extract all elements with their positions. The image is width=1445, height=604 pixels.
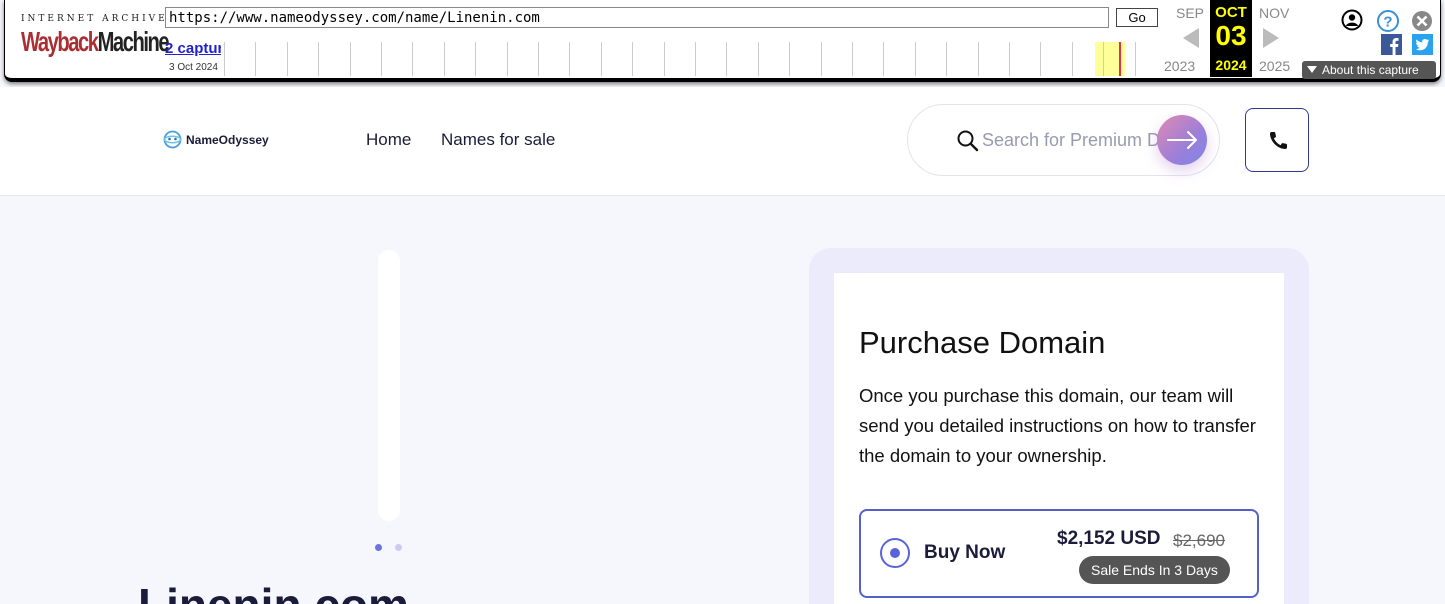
about-capture-button[interactable]: About this capture xyxy=(1302,61,1436,79)
twitter-icon[interactable] xyxy=(1412,34,1433,55)
nav-home[interactable]: Home xyxy=(366,130,411,150)
search-icon xyxy=(957,130,979,152)
sparkline-tick xyxy=(538,42,539,76)
sparkline-tick xyxy=(1040,42,1042,76)
sparkline-tick xyxy=(475,42,477,76)
phone-icon xyxy=(1270,132,1287,149)
sparkline-current-marker xyxy=(1119,42,1121,76)
sparkline-tick xyxy=(381,42,382,76)
nameodyssey-logo-icon xyxy=(163,130,182,149)
sparkline-tick xyxy=(852,42,853,76)
sparkline-tick xyxy=(883,42,885,76)
sparkline-tick xyxy=(977,42,979,76)
help-icon[interactable]: ? xyxy=(1376,9,1400,33)
wayback-current-month: OCT xyxy=(1215,4,1247,21)
brand-name: NameOdyssey xyxy=(186,132,269,147)
sparkline-tick xyxy=(318,42,320,76)
purchase-card: Purchase Domain Once you purchase this d… xyxy=(834,273,1284,604)
wayback-sparkline[interactable] xyxy=(221,42,1159,76)
svg-text:?: ? xyxy=(1383,14,1392,31)
slider-dot[interactable] xyxy=(395,544,402,551)
wayback-logo-top: INTERNET ARCHIVE xyxy=(21,14,168,24)
wayback-current-date: OCT 03 2024 xyxy=(1210,0,1252,77)
triangle-down-icon xyxy=(1307,66,1317,73)
close-icon[interactable] xyxy=(1411,10,1433,32)
wayback-capture-date: 3 Oct 2024 xyxy=(169,62,218,73)
sparkline-tick xyxy=(663,42,665,76)
user-account-icon[interactable] xyxy=(1341,9,1363,31)
site-logo[interactable]: NameOdyssey xyxy=(163,130,269,149)
sparkline-tick xyxy=(789,42,791,76)
purchase-description: Once you purchase this domain, our team … xyxy=(859,385,1256,466)
site-header: NameOdyssey Home Names for sale xyxy=(0,87,1445,196)
wayback-toolbar: INTERNET ARCHIVE WaybackMachine Go 2 cap… xyxy=(4,0,1441,82)
radio-selected-dot xyxy=(890,548,900,558)
sparkline-tick xyxy=(1009,42,1010,76)
domain-search xyxy=(907,104,1220,176)
buy-now-price: $2,152 USD xyxy=(1057,528,1161,549)
wayback-prev-arrow-icon[interactable] xyxy=(1183,28,1199,48)
search-input[interactable] xyxy=(982,125,1158,155)
sparkline-tick xyxy=(224,42,225,76)
buy-now-radio[interactable] xyxy=(880,538,910,568)
sparkline-tick xyxy=(1134,42,1136,76)
purchase-title: Purchase Domain xyxy=(859,325,1106,360)
wayback-current-year: 2024 xyxy=(1215,57,1247,73)
sparkline-tick xyxy=(443,42,445,76)
buy-now-option[interactable]: Buy Now $2,152 USD $2,690 Sale Ends In 3… xyxy=(859,509,1259,598)
nav-names-for-sale[interactable]: Names for sale xyxy=(441,130,555,150)
about-capture-label: About this capture xyxy=(1322,63,1419,77)
sparkline-tick xyxy=(757,42,759,76)
sale-badge: Sale Ends In 3 Days xyxy=(1079,556,1230,584)
wayback-prev-year[interactable]: 2023 xyxy=(1164,58,1195,74)
wayback-captures-link[interactable]: 2 captures xyxy=(165,40,221,57)
wayback-go-button[interactable]: Go xyxy=(1116,8,1158,27)
search-submit-button[interactable] xyxy=(1157,115,1207,165)
wayback-logo[interactable]: INTERNET ARCHIVE WaybackMachine xyxy=(19,8,170,64)
image-slider[interactable] xyxy=(378,250,400,521)
sparkline-tick xyxy=(569,42,571,76)
sparkline-tick xyxy=(726,42,728,76)
slider-dot-active[interactable] xyxy=(375,544,382,551)
buy-now-old-price: $2,690 xyxy=(1173,531,1225,550)
wayback-url-input[interactable] xyxy=(165,7,1109,28)
wayback-next-year[interactable]: 2025 xyxy=(1259,58,1290,74)
arrow-right-icon xyxy=(1167,131,1197,149)
domain-title: Linenin.com xyxy=(138,578,409,604)
sparkline-tick xyxy=(506,42,508,76)
sparkline-tick xyxy=(255,42,257,76)
sparkline-tick xyxy=(412,42,414,76)
wayback-next-month[interactable]: NOV xyxy=(1259,5,1289,21)
sparkline-tick xyxy=(695,42,696,76)
sparkline-tick xyxy=(1071,42,1073,76)
buy-now-label: Buy Now xyxy=(924,542,1006,563)
sparkline-tick xyxy=(1103,42,1105,76)
sparkline-tick xyxy=(946,42,948,76)
sparkline-tick xyxy=(600,42,602,76)
wayback-prev-month[interactable]: SEP xyxy=(1176,5,1204,21)
facebook-icon[interactable] xyxy=(1381,34,1402,55)
sparkline-tick xyxy=(349,42,351,76)
wayback-current-day: 03 xyxy=(1215,20,1247,51)
sparkline-tick xyxy=(632,42,634,76)
sparkline-tick xyxy=(914,42,916,76)
sparkline-tick xyxy=(820,42,822,76)
wayback-logo-wordmark: WaybackMachine xyxy=(21,26,170,57)
phone-button[interactable] xyxy=(1245,108,1309,172)
wayback-next-arrow-icon[interactable] xyxy=(1263,28,1279,48)
sparkline-tick xyxy=(286,42,288,76)
